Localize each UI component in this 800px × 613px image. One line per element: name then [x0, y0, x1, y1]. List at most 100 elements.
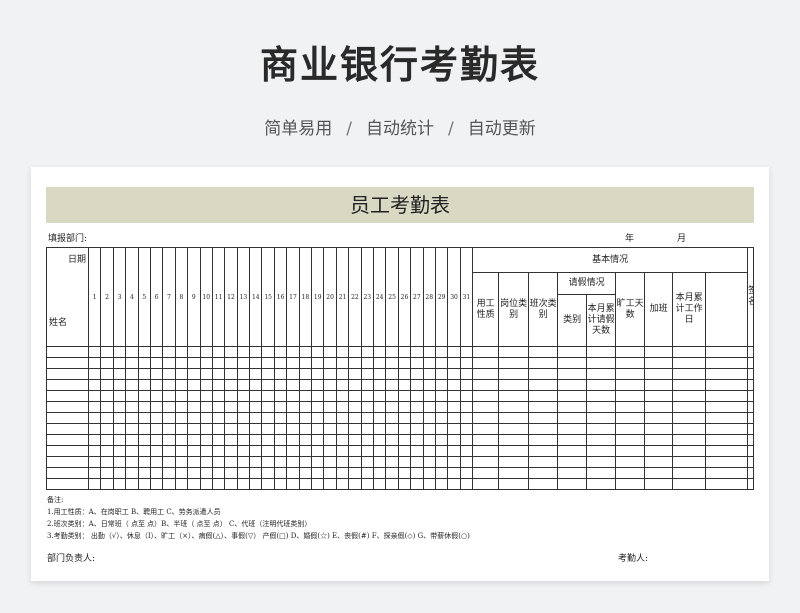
table-cell[interactable] — [174, 423, 189, 435]
table-cell[interactable] — [261, 445, 275, 457]
table-cell[interactable] — [323, 368, 337, 380]
table-cell[interactable] — [249, 467, 263, 479]
table-cell[interactable] — [557, 401, 588, 413]
table-cell[interactable] — [422, 379, 436, 391]
table-cell[interactable] — [224, 346, 238, 358]
table-cell[interactable] — [557, 346, 588, 358]
table-cell[interactable] — [422, 456, 436, 468]
table-cell[interactable] — [162, 445, 176, 457]
table-cell[interactable] — [586, 434, 617, 446]
table-cell[interactable] — [615, 434, 646, 446]
table-cell[interactable] — [187, 423, 201, 435]
table-cell[interactable] — [286, 390, 300, 402]
table-cell[interactable] — [46, 445, 89, 457]
table-cell[interactable] — [397, 467, 412, 479]
table-cell[interactable] — [236, 434, 251, 446]
table-cell[interactable] — [87, 478, 102, 490]
table-cell[interactable] — [261, 467, 275, 479]
table-cell[interactable] — [644, 412, 674, 424]
table-cell[interactable] — [100, 379, 114, 391]
table-cell[interactable] — [323, 445, 337, 457]
table-cell[interactable] — [472, 434, 500, 446]
table-cell[interactable] — [261, 346, 275, 358]
table-cell[interactable] — [137, 368, 151, 380]
table-cell[interactable] — [174, 357, 189, 369]
table-cell[interactable] — [211, 368, 226, 380]
table-cell[interactable] — [261, 390, 275, 402]
table-cell[interactable] — [273, 434, 288, 446]
table-cell[interactable] — [410, 390, 424, 402]
table-cell[interactable] — [100, 401, 114, 413]
table-cell[interactable] — [273, 423, 288, 435]
table-cell[interactable] — [273, 478, 288, 490]
table-cell[interactable] — [298, 346, 313, 358]
table-cell[interactable] — [747, 368, 754, 380]
table-cell[interactable] — [747, 346, 754, 358]
table-cell[interactable] — [187, 478, 201, 490]
table-cell[interactable] — [236, 346, 251, 358]
table-cell[interactable] — [459, 401, 474, 413]
table-cell[interactable] — [162, 379, 176, 391]
table-cell[interactable] — [410, 478, 424, 490]
table-cell[interactable] — [224, 478, 238, 490]
table-cell[interactable] — [249, 478, 263, 490]
table-cell[interactable] — [100, 346, 114, 358]
table-cell[interactable] — [323, 456, 337, 468]
table-cell[interactable] — [46, 456, 89, 468]
table-cell[interactable] — [236, 412, 251, 424]
table-cell[interactable] — [422, 423, 436, 435]
table-cell[interactable] — [644, 390, 674, 402]
table-cell[interactable] — [397, 434, 412, 446]
table-cell[interactable] — [410, 357, 424, 369]
table-cell[interactable] — [162, 390, 176, 402]
table-cell[interactable] — [298, 445, 313, 457]
table-cell[interactable] — [311, 401, 325, 413]
table-cell[interactable] — [348, 346, 362, 358]
table-cell[interactable] — [644, 456, 674, 468]
table-cell[interactable] — [434, 456, 449, 468]
table-cell[interactable] — [434, 346, 449, 358]
table-cell[interactable] — [335, 478, 350, 490]
table-cell[interactable] — [472, 379, 500, 391]
table-cell[interactable] — [298, 379, 313, 391]
table-cell[interactable] — [422, 478, 436, 490]
table-cell[interactable] — [187, 357, 201, 369]
table-cell[interactable] — [705, 401, 749, 413]
table-cell[interactable] — [149, 412, 164, 424]
table-cell[interactable] — [236, 390, 251, 402]
table-cell[interactable] — [385, 390, 399, 402]
table-cell[interactable] — [100, 423, 114, 435]
table-cell[interactable] — [311, 368, 325, 380]
table-cell[interactable] — [311, 445, 325, 457]
table-cell[interactable] — [298, 390, 313, 402]
table-cell[interactable] — [323, 346, 337, 358]
table-cell[interactable] — [149, 357, 164, 369]
table-cell[interactable] — [705, 456, 749, 468]
table-cell[interactable] — [224, 467, 238, 479]
table-cell[interactable] — [323, 478, 337, 490]
table-cell[interactable] — [705, 346, 749, 358]
table-cell[interactable] — [236, 357, 251, 369]
table-cell[interactable] — [286, 379, 300, 391]
table-cell[interactable] — [125, 467, 139, 479]
table-cell[interactable] — [112, 467, 127, 479]
table-cell[interactable] — [528, 357, 559, 369]
table-cell[interactable] — [615, 445, 646, 457]
table-cell[interactable] — [410, 379, 424, 391]
table-cell[interactable] — [385, 434, 399, 446]
table-cell[interactable] — [747, 423, 754, 435]
table-cell[interactable] — [199, 456, 213, 468]
table-cell[interactable] — [472, 456, 500, 468]
table-cell[interactable] — [410, 456, 424, 468]
table-cell[interactable] — [199, 445, 213, 457]
table-cell[interactable] — [187, 434, 201, 446]
table-cell[interactable] — [498, 434, 530, 446]
table-cell[interactable] — [498, 346, 530, 358]
table-cell[interactable] — [311, 456, 325, 468]
table-cell[interactable] — [187, 456, 201, 468]
table-cell[interactable] — [286, 456, 300, 468]
table-cell[interactable] — [372, 357, 387, 369]
table-cell[interactable] — [360, 423, 375, 435]
table-cell[interactable] — [100, 434, 114, 446]
table-cell[interactable] — [705, 412, 749, 424]
